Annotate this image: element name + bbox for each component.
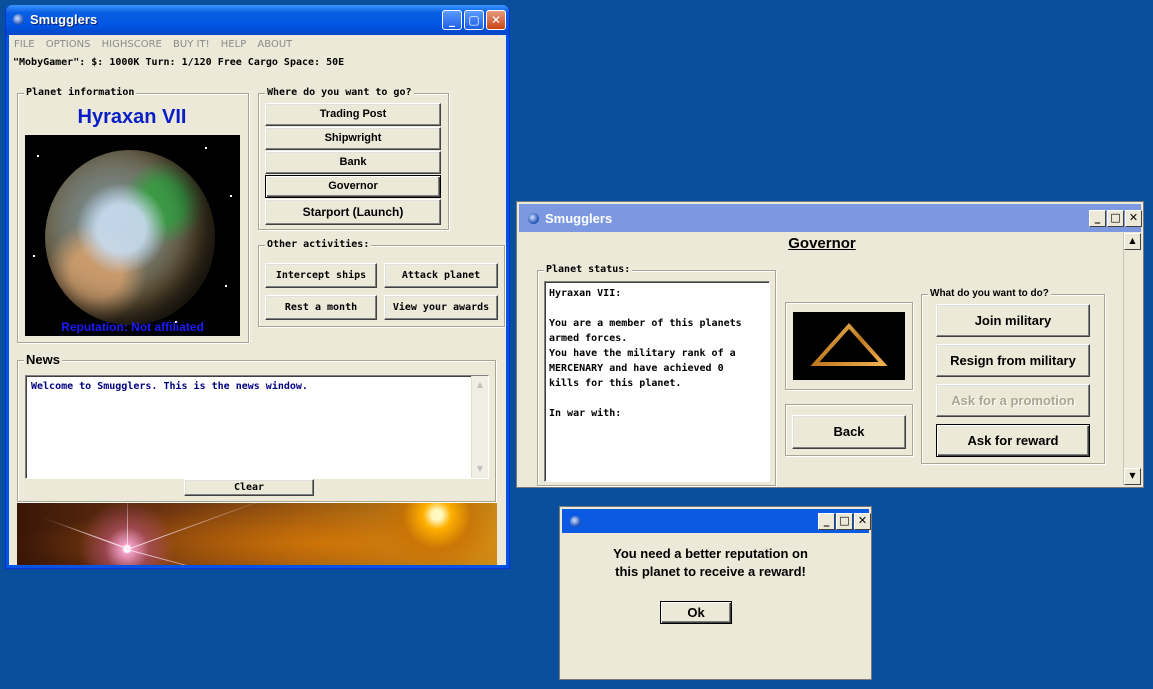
- attack-planet-button[interactable]: Attack planet: [384, 263, 498, 288]
- menu-file[interactable]: FILE: [14, 39, 35, 50]
- destinations-label: Where do you want to go?: [265, 87, 414, 98]
- news-text: Welcome to Smugglers. This is the news w…: [31, 381, 308, 392]
- status-line: In war with:: [549, 408, 622, 419]
- planet-status-text-box: Hyraxan VII: You are a member of this pl…: [544, 281, 770, 482]
- governor-button[interactable]: Governor: [265, 175, 441, 198]
- planet-name: Hyraxan VII: [77, 106, 187, 128]
- status-line: MERCENARY and have achieved 0: [549, 363, 724, 374]
- menu-buy-it[interactable]: BUY IT!: [173, 39, 210, 50]
- rest-a-month-button[interactable]: Rest a month: [265, 295, 377, 320]
- other-activities-label: Other activities:: [265, 239, 372, 250]
- maximize-button[interactable]: ▢: [464, 10, 484, 30]
- governor-heading: Governor: [788, 235, 856, 252]
- military-emblem-image: [793, 312, 905, 380]
- planet-image: Reputation: Not affiliated: [25, 135, 240, 336]
- main-window: Smugglers _ ▢ ✕ FILE OPTIONS HIGHSCORE B…: [5, 5, 510, 569]
- status-line: [549, 301, 765, 316]
- dialog-titlebar[interactable]: _ □ ✕: [562, 509, 871, 533]
- scroll-down-icon[interactable]: ▼: [473, 462, 487, 476]
- dialog-message: You need a better reputation on this pla…: [560, 545, 871, 581]
- planet-information-label: Planet information: [24, 87, 137, 98]
- status-line: You have the military rank of a: [549, 348, 736, 359]
- clear-news-button[interactable]: Clear: [184, 479, 314, 496]
- news-textarea[interactable]: Welcome to Smugglers. This is the news w…: [25, 375, 489, 479]
- status-line: armed forces.: [549, 333, 628, 344]
- governor-window: Smugglers _ □ ✕ Governor Planet status: …: [516, 201, 1144, 488]
- intercept-ships-button[interactable]: Intercept ships: [265, 263, 377, 288]
- menu-highscore[interactable]: HIGHSCORE: [102, 39, 162, 50]
- ask-for-reward-button[interactable]: Ask for reward: [936, 424, 1090, 457]
- bank-button[interactable]: Bank: [265, 151, 441, 174]
- close-button[interactable]: ✕: [1125, 210, 1142, 227]
- view-your-awards-button[interactable]: View your awards: [384, 295, 498, 320]
- planet-status-label: Planet status:: [544, 264, 633, 275]
- news-label: News: [24, 352, 62, 367]
- maximize-button[interactable]: □: [1107, 210, 1124, 227]
- app-icon: [570, 516, 581, 527]
- news-scrollbar[interactable]: ▲ ▼: [471, 376, 488, 478]
- minimize-button[interactable]: _: [1089, 210, 1106, 227]
- resign-from-military-button[interactable]: Resign from military: [936, 344, 1090, 377]
- back-button[interactable]: Back: [792, 415, 906, 449]
- app-icon: [528, 213, 539, 224]
- player-status-line: "MobyGamer": $: 1000K Turn: 1/120 Free C…: [13, 57, 345, 68]
- menu-help[interactable]: HELP: [221, 39, 246, 50]
- app-icon: [13, 14, 24, 25]
- governor-scrollbar[interactable]: ▲ ▼: [1123, 233, 1141, 485]
- trading-post-button[interactable]: Trading Post: [265, 103, 441, 126]
- space-banner-image: [17, 503, 497, 565]
- minimize-button[interactable]: _: [818, 513, 835, 530]
- triangle-icon: [810, 323, 888, 366]
- actions-label: What do you want to do?: [928, 288, 1051, 299]
- maximize-button[interactable]: □: [836, 513, 853, 530]
- status-line: [549, 391, 765, 406]
- main-titlebar[interactable]: Smugglers _ ▢ ✕: [6, 5, 509, 35]
- planet-sphere: [45, 150, 215, 325]
- reputation-text: Reputation: Not affiliated: [61, 320, 204, 334]
- starport-launch-button[interactable]: Starport (Launch): [265, 199, 441, 225]
- governor-window-title: Smugglers: [545, 211, 613, 226]
- message-dialog: _ □ ✕ You need a better reputation on th…: [559, 506, 872, 680]
- shipwright-button[interactable]: Shipwright: [265, 127, 441, 150]
- minimize-button[interactable]: _: [442, 10, 462, 30]
- status-line: You are a member of this planets: [549, 318, 742, 329]
- scroll-up-icon[interactable]: ▲: [1124, 233, 1141, 250]
- main-window-title: Smugglers: [30, 12, 98, 27]
- menu-about[interactable]: ABOUT: [257, 39, 292, 50]
- status-line: kills for this planet.: [549, 378, 682, 389]
- scroll-down-icon[interactable]: ▼: [1124, 468, 1141, 485]
- dialog-message-line-1: You need a better reputation on: [613, 546, 808, 561]
- close-button[interactable]: ✕: [486, 10, 506, 30]
- close-button[interactable]: ✕: [854, 513, 871, 530]
- dialog-message-line-2: this planet to receive a reward!: [615, 564, 806, 579]
- menu-options[interactable]: OPTIONS: [46, 39, 91, 50]
- ask-for-promotion-button[interactable]: Ask for a promotion: [936, 384, 1090, 417]
- governor-titlebar[interactable]: Smugglers _ □ ✕: [519, 204, 1142, 232]
- join-military-button[interactable]: Join military: [936, 304, 1090, 337]
- menu-bar: FILE OPTIONS HIGHSCORE BUY IT! HELP ABOU…: [10, 36, 505, 54]
- scroll-up-icon[interactable]: ▲: [473, 378, 487, 392]
- status-line: Hyraxan VII:: [549, 288, 622, 299]
- ok-button[interactable]: Ok: [660, 601, 732, 624]
